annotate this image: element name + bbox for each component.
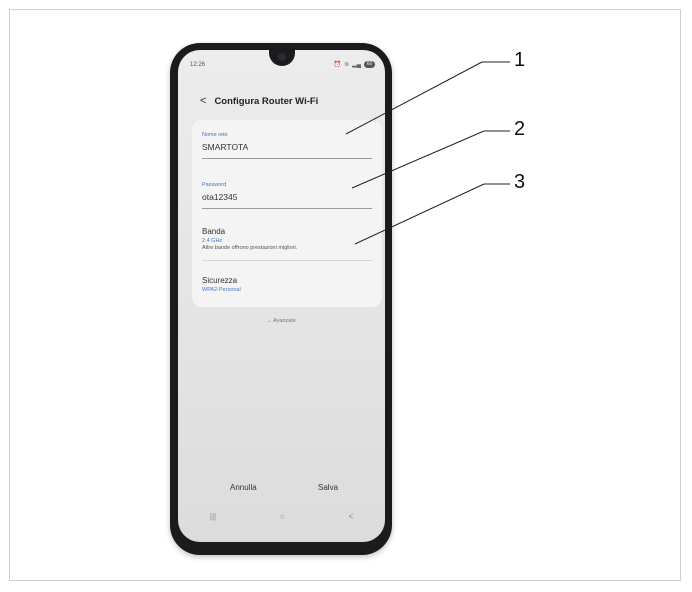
callout-line-3 [354, 183, 485, 245]
callout-number-3: 3 [514, 171, 526, 193]
callout-number-1: 1 [514, 49, 526, 71]
callout-number-2: 2 [514, 118, 526, 140]
callout-line-1 [345, 61, 483, 135]
callout-line-2 [351, 130, 485, 189]
callout-lines [345, 61, 510, 245]
